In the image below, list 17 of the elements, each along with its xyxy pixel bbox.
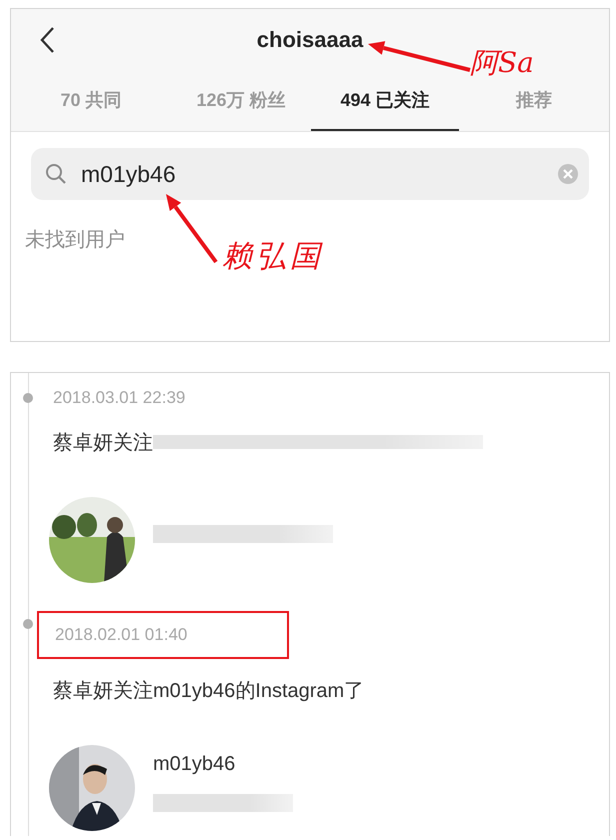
timeline-dot (23, 619, 33, 629)
timestamp: 2018.03.01 22:39 (53, 388, 186, 408)
annotation-label: 阿Sa (470, 45, 534, 81)
back-icon[interactable] (39, 26, 55, 54)
activity-text: 蔡卓妍关注 (53, 430, 153, 456)
timeline-dot (23, 393, 33, 403)
profile-username: choisaaaa (256, 27, 364, 53)
timestamp: 2018.02.01 01:40 (37, 611, 289, 659)
empty-message: 未找到用户 (25, 228, 126, 253)
tab[interactable]: 70 共同 (11, 71, 171, 131)
search-icon (45, 163, 67, 185)
annotation-arrow (166, 194, 218, 264)
activity-text: 蔡卓妍关注m01yb46的Instagram了 (53, 678, 364, 704)
annotation-label: 赖弘国 (222, 238, 324, 276)
username: m01yb46 (153, 753, 236, 776)
tab[interactable]: 126万 粉丝 (171, 71, 311, 131)
search-field[interactable]: m01yb46 (31, 148, 589, 200)
